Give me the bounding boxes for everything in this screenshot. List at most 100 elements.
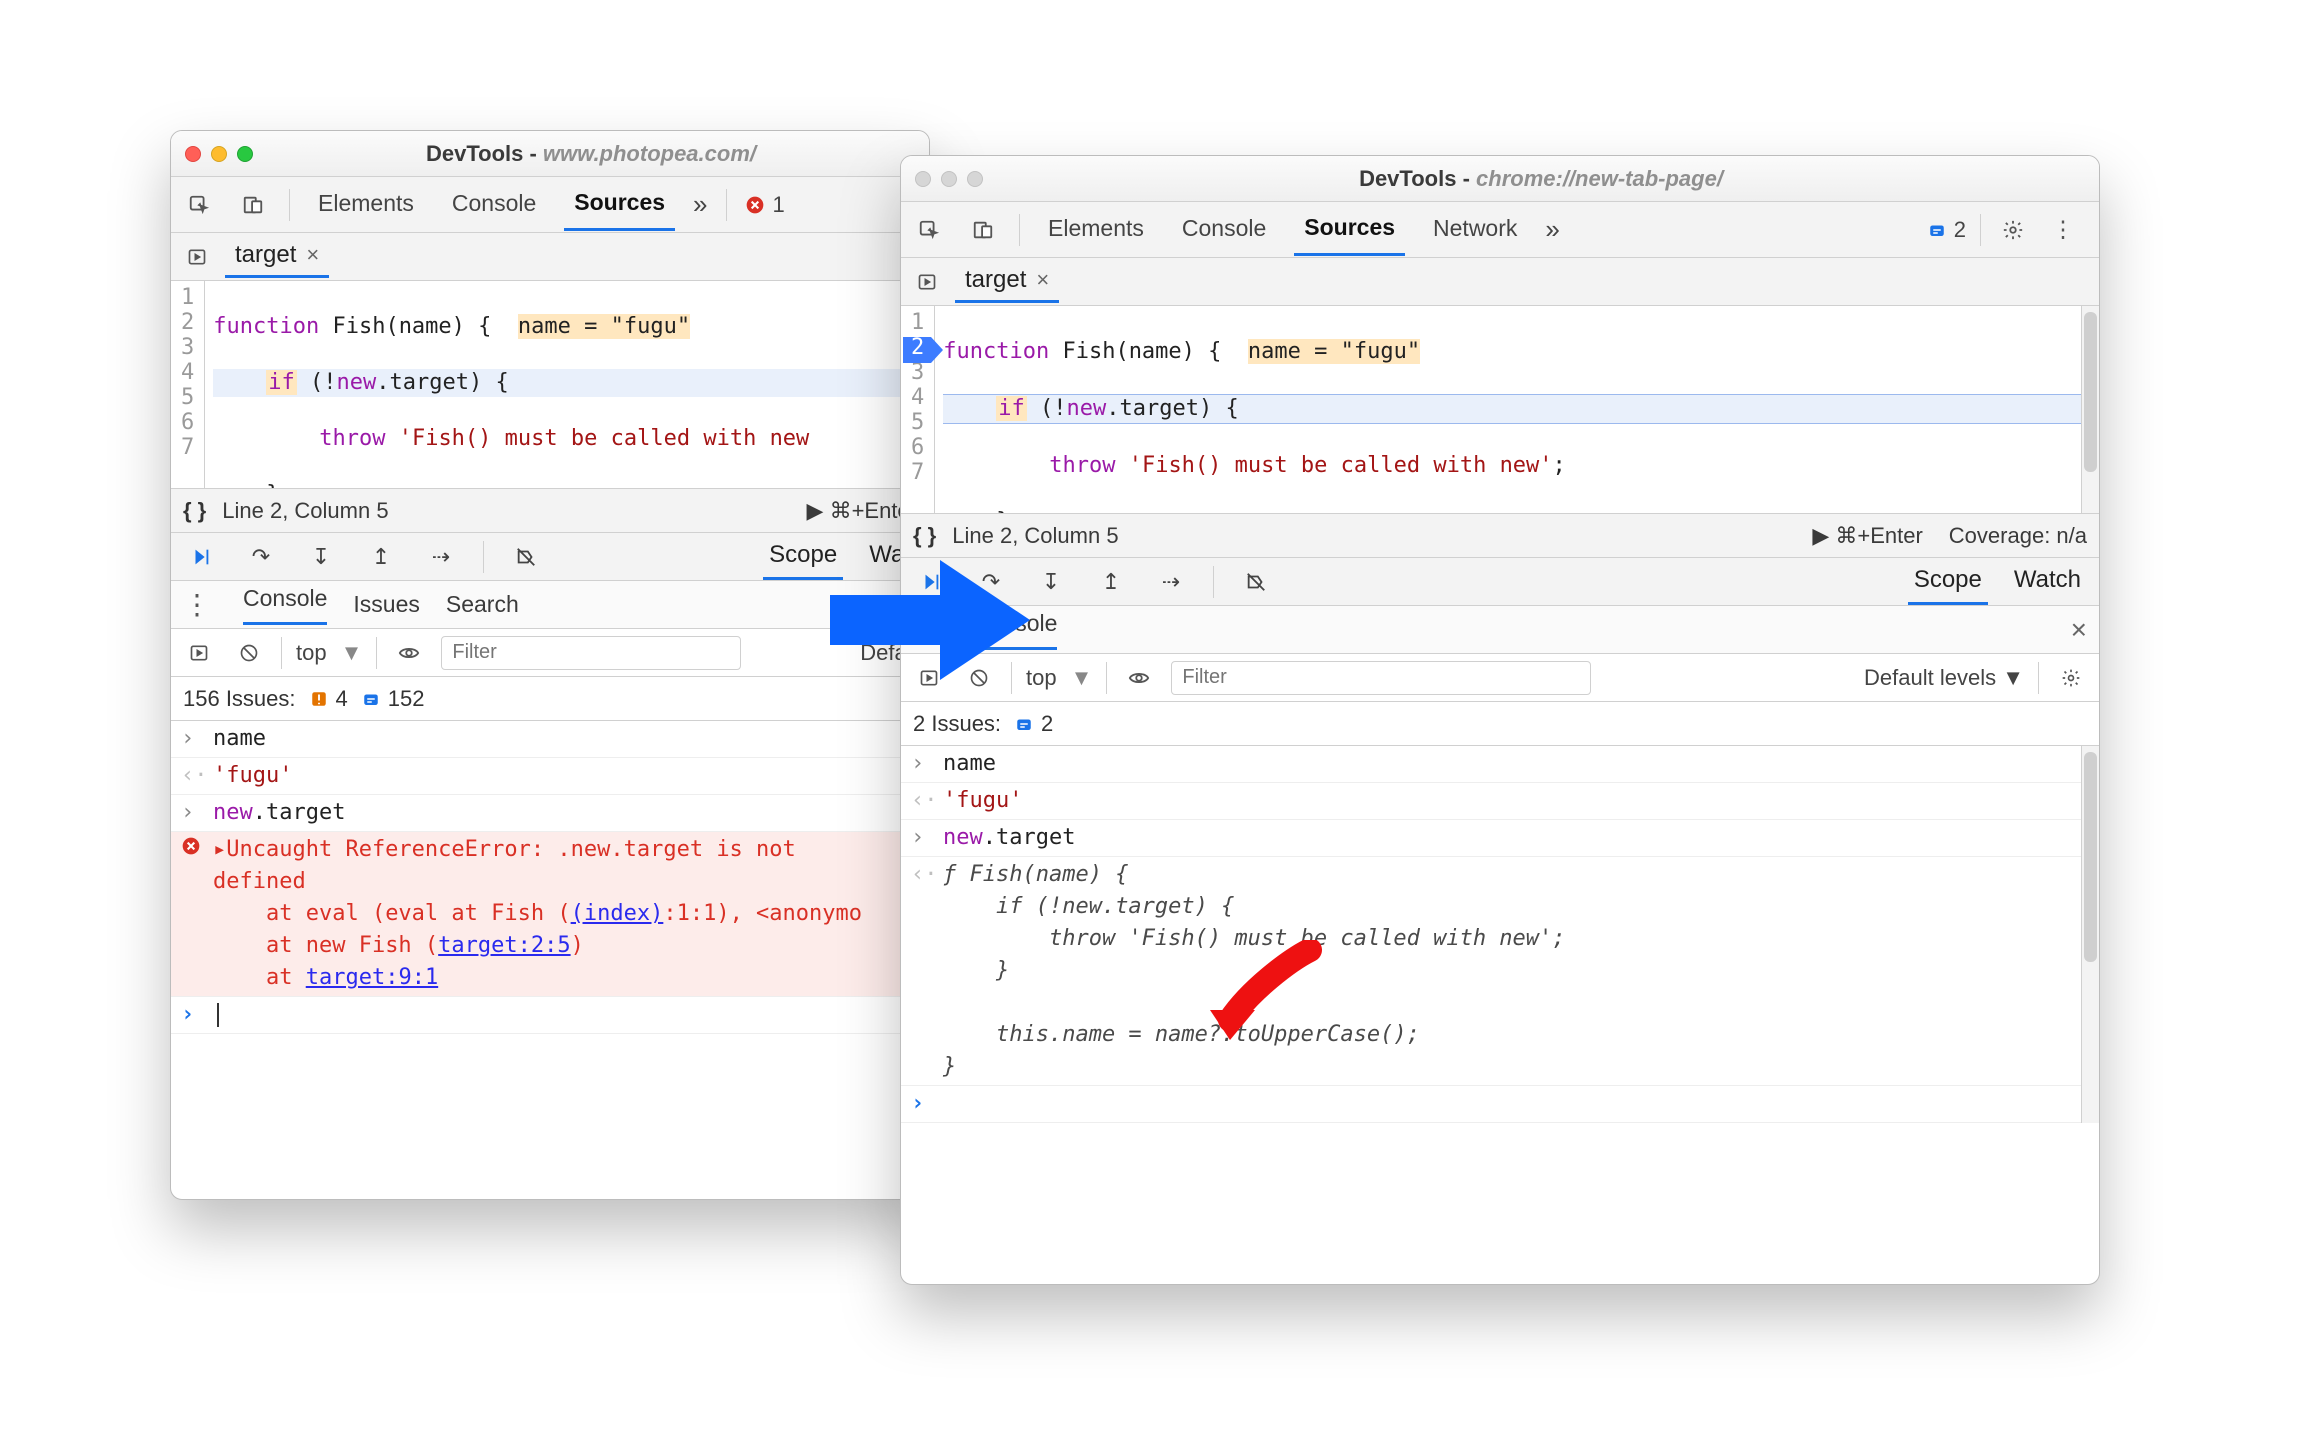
titlebar: DevTools - www.photopea.com/ bbox=[171, 131, 929, 177]
step-icon[interactable]: ⇢ bbox=[1153, 564, 1189, 600]
file-tab-label: target bbox=[965, 266, 1026, 294]
live-expr-icon[interactable] bbox=[1121, 660, 1157, 696]
info-counter[interactable]: 2 bbox=[1928, 217, 1966, 243]
step-out-icon[interactable]: ↥ bbox=[1093, 564, 1129, 600]
deactivate-breakpoints-icon[interactable] bbox=[1238, 564, 1274, 600]
tab-sources[interactable]: Sources bbox=[564, 179, 675, 231]
zoom-dot[interactable] bbox=[967, 171, 983, 187]
console-output-row: ‹·'fugu' bbox=[901, 783, 2099, 820]
minimize-dot[interactable] bbox=[211, 146, 227, 162]
pretty-print-icon[interactable]: { } bbox=[913, 523, 936, 549]
window-title: DevTools - www.photopea.com/ bbox=[267, 141, 915, 167]
separator bbox=[2038, 662, 2039, 694]
step-over-icon[interactable]: ↷ bbox=[243, 539, 279, 575]
drawer-tabs: ⋮ Console × bbox=[901, 606, 2099, 654]
clear-console-icon[interactable] bbox=[231, 635, 267, 671]
drawer-tab-issues[interactable]: Issues bbox=[353, 591, 419, 618]
devtools-toolbar: Elements Console Sources Network » 2 ⋮ bbox=[901, 202, 2099, 258]
cursor-position: Line 2, Column 5 bbox=[952, 523, 1118, 549]
code-line: if (!new.target) { bbox=[213, 369, 921, 397]
tab-console[interactable]: Console bbox=[1172, 205, 1276, 254]
console-input-row: ›new.target bbox=[901, 820, 2099, 857]
tab-network[interactable]: Network bbox=[1423, 205, 1527, 254]
close-drawer-icon[interactable]: × bbox=[2071, 614, 2087, 646]
tab-elements[interactable]: Elements bbox=[308, 180, 424, 229]
code-area[interactable]: function Fish(name) { name = "fugu" if (… bbox=[205, 281, 929, 488]
console-prompt[interactable]: › bbox=[901, 1086, 2099, 1123]
device-toggle-icon[interactable] bbox=[965, 212, 1001, 248]
file-tab-label: target bbox=[235, 241, 296, 269]
filter-input[interactable] bbox=[441, 636, 741, 670]
deactivate-breakpoints-icon[interactable] bbox=[508, 539, 544, 575]
console-input-row: ›new.target bbox=[171, 795, 929, 832]
close-icon[interactable]: × bbox=[1036, 267, 1049, 293]
line-gutter: 1234567 bbox=[171, 281, 205, 488]
file-tab-target[interactable]: target × bbox=[955, 260, 1059, 303]
step-into-icon[interactable]: ↧ bbox=[303, 539, 339, 575]
context-selector[interactable]: top bbox=[296, 640, 327, 666]
tab-sources[interactable]: Sources bbox=[1294, 204, 1405, 256]
close-dot[interactable] bbox=[185, 146, 201, 162]
filter-input[interactable] bbox=[1171, 661, 1591, 695]
minimize-dot[interactable] bbox=[941, 171, 957, 187]
coverage-label: Coverage: n/a bbox=[1949, 523, 2087, 549]
error-counter[interactable]: 1 bbox=[745, 192, 785, 218]
tab-elements[interactable]: Elements bbox=[1038, 205, 1154, 254]
tab-console[interactable]: Console bbox=[442, 180, 546, 229]
highlight-arrow-icon bbox=[1200, 940, 1330, 1050]
kebab-icon[interactable]: ⋮ bbox=[183, 588, 211, 621]
gear-icon[interactable] bbox=[1995, 212, 2031, 248]
issues-bar[interactable]: 2 Issues: 2 bbox=[901, 702, 2099, 746]
device-toggle-icon[interactable] bbox=[235, 187, 271, 223]
run-snippet-icon[interactable] bbox=[909, 264, 945, 300]
tab-watch[interactable]: Watch bbox=[2008, 558, 2087, 605]
run-hint: ▶ ⌘+Enter bbox=[1812, 523, 1922, 549]
console-output[interactable]: ›name ‹·'fugu' ›new.target ‹·ƒ Fish(name… bbox=[901, 746, 2099, 1123]
run-snippet-icon[interactable] bbox=[179, 239, 215, 275]
levels-dropdown[interactable]: Default levels ▼ bbox=[1864, 665, 2024, 691]
console-input-row: ›name bbox=[171, 721, 929, 758]
file-tabs: target × bbox=[901, 258, 2099, 306]
console-output-row: ‹·'fugu' bbox=[171, 758, 929, 795]
gear-icon[interactable] bbox=[2053, 660, 2089, 696]
file-tab-target[interactable]: target × bbox=[225, 235, 329, 278]
close-icon[interactable]: × bbox=[306, 242, 319, 268]
zoom-dot[interactable] bbox=[237, 146, 253, 162]
console-output[interactable]: ›name ‹·'fugu' ›new.target ▸Uncaught Ref… bbox=[171, 721, 929, 1034]
scrollbar[interactable] bbox=[2081, 746, 2099, 1123]
inspect-icon[interactable] bbox=[911, 212, 947, 248]
code-editor[interactable]: 1234567 function Fish(name) { name = "fu… bbox=[171, 281, 929, 489]
step-out-icon[interactable]: ↥ bbox=[363, 539, 399, 575]
pretty-print-icon[interactable]: { } bbox=[183, 498, 206, 524]
inspect-icon[interactable] bbox=[181, 187, 217, 223]
code-line: } bbox=[213, 481, 921, 488]
live-expr-icon[interactable] bbox=[391, 635, 427, 671]
tab-scope[interactable]: Scope bbox=[1908, 558, 1988, 605]
issues-label: 2 Issues: bbox=[913, 711, 1001, 737]
console-prompt[interactable]: › bbox=[171, 997, 929, 1034]
warn-badge: 4 bbox=[310, 686, 348, 712]
separator bbox=[281, 637, 282, 669]
drawer-tab-console[interactable]: Console bbox=[243, 585, 327, 625]
code-editor[interactable]: 1 2 34567 function Fish(name) { name = "… bbox=[901, 306, 2099, 514]
console-filterbar: top ▼ Defau bbox=[171, 629, 929, 677]
scrollbar[interactable] bbox=[2081, 306, 2099, 513]
close-dot[interactable] bbox=[915, 171, 931, 187]
debug-toolbar: ↷ ↧ ↥ ⇢ Scope Watch bbox=[901, 558, 2099, 606]
titlebar: DevTools - chrome://new-tab-page/ bbox=[901, 156, 2099, 202]
transition-arrow-icon bbox=[820, 550, 1040, 690]
step-icon[interactable]: ⇢ bbox=[423, 539, 459, 575]
more-tabs-icon[interactable]: » bbox=[1545, 214, 1559, 245]
traffic-lights bbox=[915, 171, 983, 187]
code-line: } bbox=[943, 508, 2091, 513]
drawer-tab-search[interactable]: Search bbox=[446, 591, 519, 618]
issues-bar[interactable]: 156 Issues: 4 152 bbox=[171, 677, 929, 721]
separator bbox=[376, 637, 377, 669]
separator bbox=[1980, 214, 1981, 246]
code-area[interactable]: function Fish(name) { name = "fugu" if (… bbox=[935, 306, 2099, 513]
kebab-icon[interactable]: ⋮ bbox=[2045, 212, 2081, 248]
sidebar-toggle-icon[interactable] bbox=[181, 635, 217, 671]
cursor-position: Line 2, Column 5 bbox=[222, 498, 388, 524]
more-tabs-icon[interactable]: » bbox=[693, 189, 707, 220]
resume-icon[interactable] bbox=[183, 539, 219, 575]
